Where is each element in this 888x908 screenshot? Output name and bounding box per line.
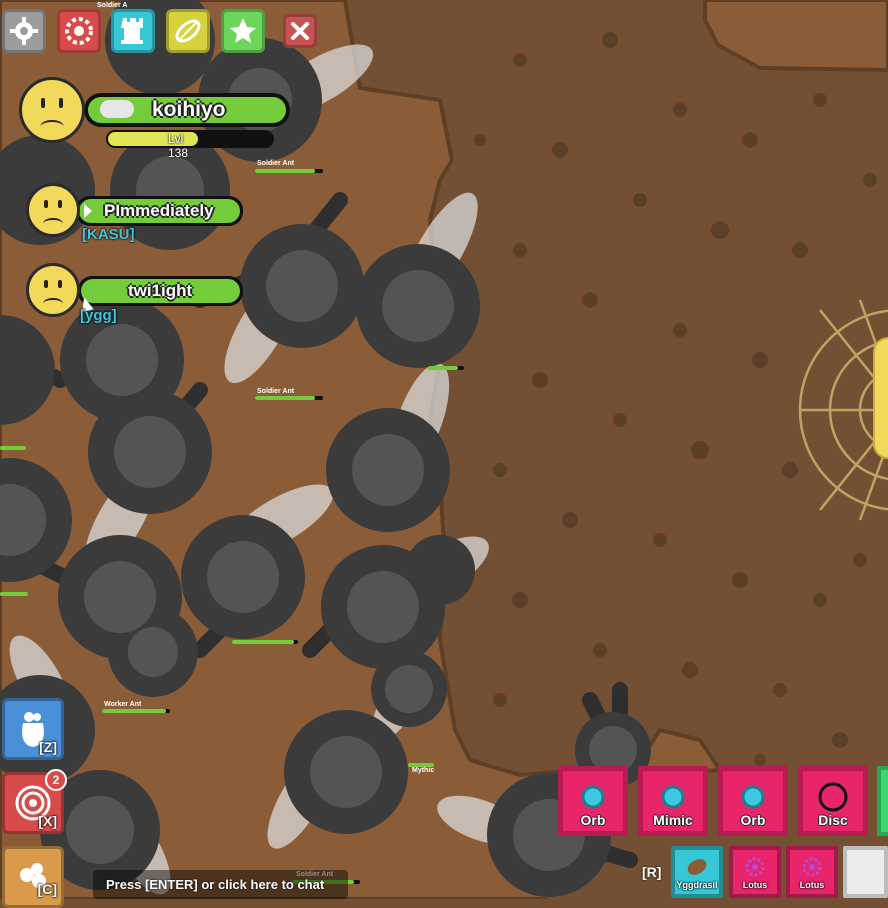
mob-label: Worker Ant	[104, 701, 142, 708]
slot-label: Yggdrasil	[676, 880, 718, 890]
orb-icon	[741, 785, 765, 809]
self-player-name: koihiyo	[152, 98, 226, 121]
mob-label: Soldier Ant	[257, 388, 295, 395]
secondary-slot-2[interactable]: Lotus	[729, 846, 781, 898]
mob-rarity-label: Mythic	[412, 767, 434, 774]
loadout-slot-3[interactable]: Orb	[718, 766, 788, 836]
secondary-slot-1[interactable]: Yggdrasil	[671, 846, 723, 898]
leaf-icon	[175, 19, 201, 43]
level-label: Lvl 138	[168, 132, 189, 160]
lotus-icon	[802, 857, 822, 877]
teammate-name: twi1ight	[128, 281, 193, 300]
chat-prompt-text: Press [ENTER] or click here to chat	[106, 877, 325, 892]
teammate-squad-tag: [KASU]	[82, 226, 135, 243]
ability-key-label: [C]	[37, 881, 57, 897]
close-icon	[291, 22, 309, 40]
loadout-slot-2[interactable]: Mimic	[638, 766, 708, 836]
star-icon	[230, 18, 256, 43]
slot-label: Disc	[818, 812, 848, 828]
disc-icon	[818, 782, 848, 812]
slot-label: Orb	[580, 812, 606, 828]
ability-key-label: [X]	[38, 813, 57, 829]
settings-button[interactable]	[2, 9, 46, 53]
inventory-button[interactable]	[111, 9, 155, 53]
gear-icon	[10, 17, 38, 45]
slot-label: Orb	[740, 812, 766, 828]
tower-icon	[121, 18, 143, 44]
top-mob-label: Soldier A	[97, 2, 128, 9]
teammate-avatar	[26, 263, 80, 317]
level-bar	[106, 130, 274, 148]
ability-key-label: [Z]	[39, 739, 57, 755]
flower-icon	[65, 17, 93, 45]
leaf-icon	[687, 859, 707, 875]
teammate-name: PImmediately	[104, 201, 214, 220]
secondary-slot-empty[interactable]	[843, 846, 888, 898]
lotus-icon	[745, 857, 765, 877]
teammate-avatar	[26, 183, 80, 237]
loadout-slot-5-partial[interactable]	[877, 766, 888, 836]
petal-gallery-button[interactable]	[57, 9, 101, 53]
loadout-slot-1[interactable]: Orb	[558, 766, 628, 836]
favorites-button[interactable]	[221, 9, 265, 53]
slot-label: Lotus	[742, 880, 768, 890]
self-player-avatar	[19, 77, 85, 143]
mob-label: Soldier Ant	[257, 160, 295, 167]
loadout-slot-4[interactable]: Disc	[798, 766, 868, 836]
ability-count-badge: 2	[45, 769, 67, 791]
swap-key-label: [R]	[642, 864, 662, 880]
teammate-squad-tag: [ygg]	[80, 307, 117, 324]
orb-icon	[661, 785, 685, 809]
slot-label: Lotus	[799, 880, 825, 890]
crafting-button[interactable]	[166, 9, 210, 53]
chat-input[interactable]: Press [ENTER] or click here to chat	[93, 870, 348, 899]
close-button[interactable]	[283, 14, 317, 48]
ability-button-x[interactable]: 2 [X]	[2, 769, 67, 834]
orb-icon	[581, 785, 605, 809]
ability-button-z[interactable]: [Z]	[2, 698, 64, 760]
self-shield-pill	[100, 100, 134, 118]
secondary-slot-3[interactable]: Lotus	[786, 846, 838, 898]
slot-label: Mimic	[653, 812, 693, 828]
pointer-icon	[84, 204, 92, 218]
